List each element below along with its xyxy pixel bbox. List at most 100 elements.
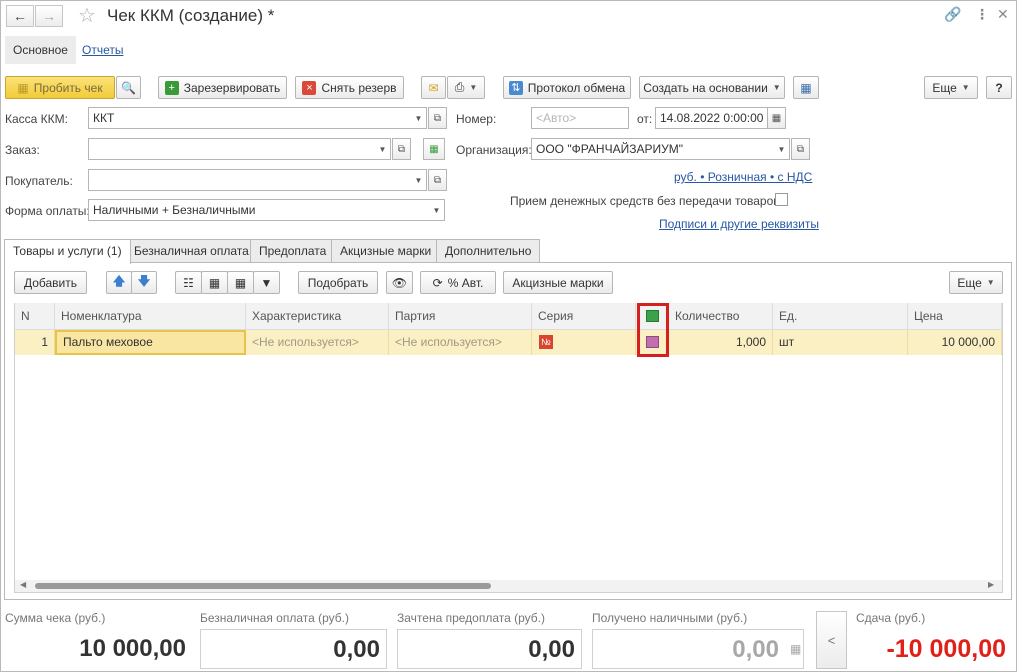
date-label: от:	[637, 112, 653, 126]
buyer-dropdown[interactable]: ▼	[411, 169, 427, 191]
sum-label: Сумма чека (руб.)	[5, 611, 106, 625]
register-field[interactable]: ККТ	[88, 107, 412, 129]
remove-reserve-button[interactable]: × Снять резерв	[295, 76, 404, 99]
col-header-characteristic[interactable]: Характеристика	[246, 303, 389, 330]
arrow-left-icon: ←	[13, 8, 27, 24]
move-up-button[interactable]: 🡅	[106, 271, 132, 294]
terminal-button[interactable]: ▦	[227, 271, 254, 294]
marking-highlight-box	[637, 303, 669, 357]
order-label: Заказ:	[5, 143, 40, 157]
scroll-left-icon[interactable]: ◀	[20, 580, 26, 589]
favorite-star-icon[interactable]: ☆	[78, 3, 96, 28]
cell-unit[interactable]: шт	[773, 330, 908, 355]
stamp-button[interactable]: ▼	[253, 271, 280, 294]
tab-prepayment[interactable]: Предоплата	[250, 239, 336, 263]
cell-series[interactable]: №	[532, 330, 636, 355]
chevron-down-icon: ▼	[772, 83, 781, 92]
register-dropdown[interactable]: ▼	[411, 107, 427, 129]
arrow-right-icon: →	[42, 8, 56, 24]
order-field[interactable]	[88, 138, 376, 160]
col-header-item[interactable]: Номенклатура	[55, 303, 246, 330]
no-goods-checkbox[interactable]	[775, 193, 788, 206]
calculator-icon[interactable]: ▦	[790, 642, 801, 656]
card-payment-value[interactable]: 0,00	[200, 629, 387, 669]
window-title: Чек ККМ (создание) *	[107, 6, 275, 25]
reserve-icon: +	[164, 80, 179, 95]
cell-price[interactable]: 10 000,00	[908, 330, 1002, 355]
excise-marks-button[interactable]: Акцизные марки	[503, 271, 613, 294]
table-more-button[interactable]: Еще ▼	[949, 271, 1003, 294]
cell-quantity[interactable]: 1,000	[669, 330, 773, 355]
calendar-button[interactable]: ▦	[767, 107, 786, 129]
collapse-footer-button[interactable]: <	[816, 611, 847, 669]
col-header-quantity[interactable]: Количество	[669, 303, 773, 330]
payment-form-field[interactable]: Наличными + Безналичными	[88, 199, 430, 221]
cash-value[interactable]: 0,00	[592, 629, 804, 669]
more-vertical-icon[interactable]: ⋮	[975, 6, 989, 23]
auto-discount-button[interactable]: ⟳ % Авт.	[420, 271, 496, 294]
more-button[interactable]: Еще ▼	[924, 76, 978, 99]
tab-excise-marks[interactable]: Акцизные марки	[331, 239, 441, 263]
col-header-batch[interactable]: Партия	[389, 303, 532, 330]
link-icon[interactable]: 🔗	[944, 6, 961, 23]
buyer-open-button[interactable]: ⧉	[428, 169, 447, 191]
date-field[interactable]: 14.08.2022 0:00:00	[655, 107, 768, 129]
organization-field[interactable]: ООО "ФРАНЧАЙЗАРИУМ"	[531, 138, 775, 160]
add-row-button[interactable]: Добавить	[14, 271, 87, 294]
chevron-down-icon: ▼	[777, 144, 786, 154]
horizontal-scrollbar[interactable]: ◀ ▶	[15, 580, 1002, 592]
close-icon[interactable]: ✕	[997, 6, 1009, 23]
number-placeholder: <Авто>	[536, 111, 577, 125]
card-payment-label: Безналичная оплата (руб.)	[200, 611, 350, 625]
tab-card-payment[interactable]: Безналичная оплата	[125, 239, 258, 263]
tab-main[interactable]: Основное	[5, 36, 76, 64]
col-header-series[interactable]: Серия	[532, 303, 636, 330]
col-header-n[interactable]: N	[15, 303, 55, 330]
help-button[interactable]: ?	[986, 76, 1012, 99]
col-header-unit[interactable]: Ед.	[773, 303, 908, 330]
buyer-field[interactable]	[88, 169, 412, 191]
number-field[interactable]: <Авто>	[531, 107, 629, 129]
structure-button[interactable]: ▦	[793, 76, 819, 99]
email-button[interactable]: ✉	[421, 76, 446, 99]
cell-item[interactable]: Пальто меховое	[55, 330, 246, 355]
register-open-button[interactable]: ⧉	[428, 107, 447, 129]
forward-button[interactable]: →	[35, 5, 63, 27]
chevron-down-icon: ▼	[961, 83, 970, 92]
scroll-right-icon[interactable]: ▶	[988, 580, 994, 589]
cell-n[interactable]: 1	[15, 330, 55, 355]
organization-open-button[interactable]: ⧉	[791, 138, 810, 160]
cell-batch[interactable]: <Не используется>	[389, 330, 532, 355]
exchange-log-button[interactable]: ⇅ Протокол обмена	[503, 76, 631, 99]
prepayment-value[interactable]: 0,00	[397, 629, 582, 669]
price-type-link[interactable]: руб. • Розничная • с НДС	[674, 170, 812, 184]
print-button[interactable]: ⎙ ▼	[447, 76, 485, 99]
envelope-icon: ✉	[428, 80, 439, 95]
tab-reports[interactable]: Отчеты	[74, 36, 131, 64]
order-dropdown[interactable]: ▼	[375, 138, 391, 160]
tab-goods-services[interactable]: Товары и услуги (1)	[4, 239, 131, 264]
pick-button[interactable]: Подобрать	[298, 271, 378, 294]
punch-receipt-button[interactable]: ▦ Пробить чек	[5, 76, 115, 99]
scroll-thumb[interactable]	[35, 583, 491, 589]
signatures-link[interactable]: Подписи и другие реквизиты	[659, 217, 819, 231]
view-button[interactable]: 👁	[386, 271, 413, 294]
order-fill-button[interactable]: ▦	[423, 138, 445, 160]
prepayment-label: Зачтена предоплата (руб.)	[397, 611, 545, 625]
table-more-label: Еще	[957, 275, 982, 290]
col-header-price[interactable]: Цена	[908, 303, 1002, 330]
barcode-button[interactable]: ☷	[175, 271, 202, 294]
organization-label: Организация:	[456, 143, 532, 157]
reserve-button[interactable]: + Зарезервировать	[158, 76, 287, 99]
organization-dropdown[interactable]: ▼	[774, 138, 790, 160]
order-open-button[interactable]: ⧉	[392, 138, 411, 160]
cell-characteristic[interactable]: <Не используется>	[246, 330, 389, 355]
search-button[interactable]: 🔍	[116, 76, 141, 99]
payment-form-dropdown[interactable]: ▼	[429, 199, 445, 221]
create-based-on-button[interactable]: Создать на основании ▼	[639, 76, 785, 99]
exchange-icon: ⇅	[508, 80, 523, 95]
move-down-button[interactable]: 🡇	[131, 271, 157, 294]
tab-additional[interactable]: Дополнительно	[436, 239, 541, 263]
scan-button[interactable]: ▦	[201, 271, 228, 294]
back-button[interactable]: ←	[6, 5, 34, 27]
